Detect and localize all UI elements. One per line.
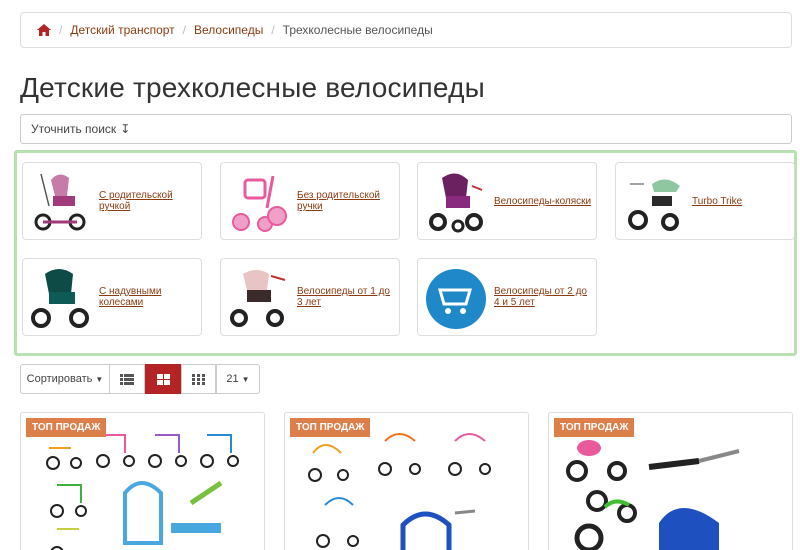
cart-icon	[426, 269, 486, 329]
view-list-button[interactable]	[110, 364, 145, 394]
subcategory-age-1-3[interactable]: Велосипеды от 1 до 3 лет	[220, 258, 400, 336]
subcategory-label: Велосипеды-коляски	[494, 195, 592, 207]
subcategory-label: Turbo Trike	[692, 195, 743, 207]
tricycle-pink-handle-image	[34, 173, 86, 231]
breadcrumb-separator: /	[182, 23, 186, 37]
tricycle-teal-image	[31, 269, 89, 328]
subcategory-inflatable-wheels[interactable]: С надувными колесами	[22, 258, 202, 336]
top-sales-badge: ТОП ПРОДАЖ	[26, 418, 107, 437]
top-sales-badge: ТОП ПРОДАЖ	[290, 418, 371, 437]
breadcrumb-link-transport[interactable]: Детский транспорт	[70, 23, 174, 37]
refine-search-label: Уточнить поиск	[31, 122, 117, 136]
refine-search-button[interactable]: Уточнить поиск ↧	[20, 114, 792, 144]
subcategory-label: С надувными колесами	[99, 286, 162, 308]
subcategory-label: Велосипеды от 2 до 4 и 5 лет	[494, 286, 587, 308]
breadcrumb-separator: /	[59, 23, 63, 37]
arrow-down-icon: ↧	[120, 122, 131, 136]
tricycle-pink-image	[232, 175, 287, 232]
subcategory-stroller-bikes[interactable]: Велосипеды-коляски	[417, 162, 597, 240]
subcategory-turbo-trike[interactable]: Turbo Trike	[615, 162, 795, 240]
product-card[interactable]: ТОП ПРОДАЖ	[548, 412, 793, 550]
breadcrumb-link-bicycles[interactable]: Велосипеды	[194, 23, 263, 37]
page-title: Детские трехколесные велосипеды	[20, 72, 485, 103]
home-icon[interactable]	[37, 24, 51, 36]
grid-small-icon	[192, 373, 205, 385]
product-card[interactable]: ТОП ПРОДАЖ	[20, 412, 265, 550]
breadcrumb-current: Трехколесные велосипеды	[282, 23, 433, 37]
subcategory-panel: С родительской ручкой Без родительской р…	[14, 150, 797, 356]
subcategory-without-handle[interactable]: Без родительской ручки	[220, 162, 400, 240]
view-grid-large-button[interactable]	[145, 364, 181, 394]
chevron-down-icon: ▼	[95, 374, 104, 384]
grid-large-icon	[156, 373, 170, 385]
top-sales-badge: ТОП ПРОДАЖ	[554, 418, 635, 437]
product-toolbar: Сортировать ▼ 21 ▼	[20, 364, 260, 394]
list-view-icon	[120, 373, 134, 385]
breadcrumb: / Детский транспорт / Велосипеды / Трехк…	[20, 12, 792, 48]
sort-dropdown[interactable]: Сортировать ▼	[20, 364, 110, 394]
tricycle-stroller-purple-image	[429, 173, 483, 233]
subcategory-label: С родительской ручкой	[99, 190, 173, 212]
sort-label: Сортировать	[26, 373, 93, 385]
subcategory-with-handle[interactable]: С родительской ручкой	[22, 162, 202, 240]
product-card[interactable]: ТОП ПРОДАЖ	[284, 412, 529, 550]
subcategory-label: Велосипеды от 1 до 3 лет	[297, 286, 390, 308]
subcategory-age-2-5[interactable]: Велосипеды от 2 до 4 и 5 лет	[417, 258, 597, 336]
per-page-dropdown[interactable]: 21 ▼	[216, 364, 260, 394]
chevron-down-icon: ▼	[241, 374, 250, 384]
breadcrumb-separator: /	[271, 23, 275, 37]
subcategory-label: Без родительской ручки	[297, 190, 380, 212]
per-page-value: 21	[226, 373, 239, 385]
view-grid-small-button[interactable]	[181, 364, 216, 394]
tricycle-green-canopy-image	[628, 179, 680, 231]
tricycle-beige-image	[230, 270, 286, 327]
